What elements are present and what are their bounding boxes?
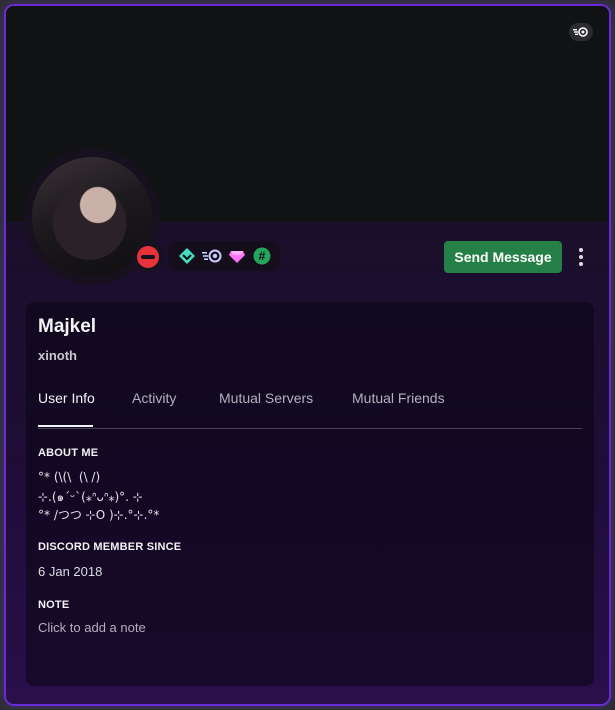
nitro-icon[interactable] xyxy=(201,246,222,266)
status-indicator xyxy=(132,241,164,273)
profile-info-card: Majkel xinoth User Info Activity Mutual … xyxy=(26,302,594,686)
about-me-line: ⊹.(๑ˊᵕˋ(⁎ᐢᴗᐢ⁎)°. ⊹ xyxy=(38,490,143,504)
send-message-button[interactable]: Send Message xyxy=(444,241,562,273)
about-me-heading: ABOUT ME xyxy=(38,447,99,459)
display-name: Majkel xyxy=(38,316,97,337)
note-heading: NOTE xyxy=(38,599,70,611)
note-field[interactable]: Click to add a note xyxy=(38,620,338,640)
profile-tabs: User Info Activity Mutual Servers Mutual… xyxy=(38,378,582,429)
username[interactable]: xinoth xyxy=(38,348,77,363)
profile-badges: # xyxy=(168,241,280,271)
tab-mutual-servers[interactable]: Mutual Servers xyxy=(219,390,313,406)
nitro-banner-icon[interactable] xyxy=(569,23,593,41)
hypesquad-balance-icon[interactable] xyxy=(177,246,197,266)
tab-user-info[interactable]: User Info xyxy=(38,390,95,406)
do-not-disturb-icon xyxy=(137,246,159,268)
avatar-frame[interactable] xyxy=(24,149,164,285)
active-tab-indicator xyxy=(38,425,93,427)
pomelo-hash-icon[interactable]: # xyxy=(252,246,272,266)
svg-text:#: # xyxy=(258,249,265,263)
tab-activity[interactable]: Activity xyxy=(132,390,176,406)
user-profile-modal: # Send Message Majkel xinoth User Info A… xyxy=(6,6,609,704)
vertical-ellipsis-icon[interactable] xyxy=(573,241,589,273)
about-me-line: °* /つつ ⊹O )⊹.°⊹.°* xyxy=(38,508,160,522)
member-since-date: 6 Jan 2018 xyxy=(38,564,103,579)
member-since-heading: DISCORD MEMBER SINCE xyxy=(38,541,182,553)
tab-mutual-friends[interactable]: Mutual Friends xyxy=(352,390,445,406)
server-booster-icon[interactable] xyxy=(227,246,247,266)
about-me-line: °* (\(\ (\ /) xyxy=(38,470,101,484)
